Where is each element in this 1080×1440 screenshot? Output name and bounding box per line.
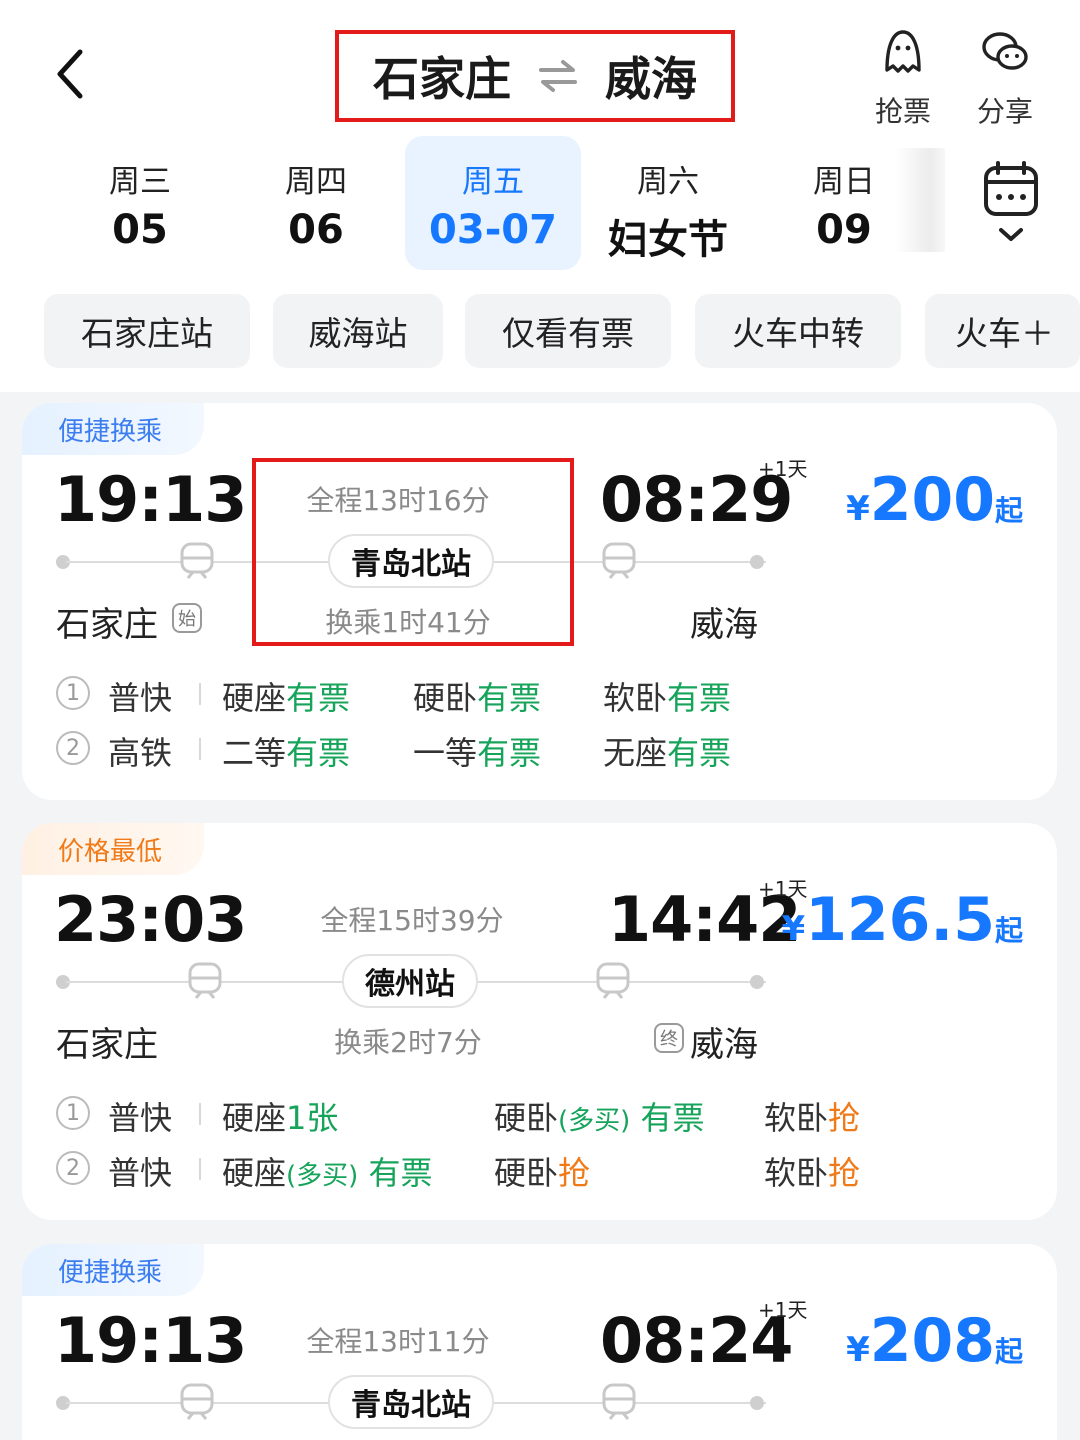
- seat-availability: 硬座(多买) 有票: [222, 1154, 433, 1192]
- depart-time: 19:13: [54, 1304, 247, 1377]
- seat-availability: 硬座有票: [222, 679, 351, 717]
- seat-availability: 软卧抢: [764, 1154, 861, 1192]
- train-icon: [602, 1383, 636, 1420]
- grab-ticket-button[interactable]: 抢票: [858, 26, 948, 130]
- to-station: 威海: [690, 605, 758, 645]
- result-card[interactable]: 便捷换乘 19:13 全程13时11分 08:24 +1天 ¥208起 青岛北站: [22, 1244, 1057, 1440]
- date-day: 妇女节: [608, 217, 728, 263]
- date-tab-selected[interactable]: 周五 03-07: [405, 136, 581, 270]
- header: 石家庄 威海 抢票 分享 周三 05 周四 06 周五 03-07 周六 妇女节…: [0, 0, 1080, 392]
- train-icon: [188, 962, 222, 999]
- segment-train-type: 普快: [108, 1154, 173, 1192]
- divider: [199, 1158, 201, 1180]
- depart-time: 19:13: [54, 463, 247, 536]
- filter-chip[interactable]: 火车＋: [925, 294, 1080, 368]
- result-card[interactable]: 价格最低 23:03 全程15时39分 14:42 +1天 ¥126.5起 德州…: [22, 823, 1057, 1220]
- date-day: 06: [288, 207, 344, 253]
- wechat-icon: [982, 32, 1028, 70]
- transfer-wait: 换乘2时7分: [334, 1026, 482, 1059]
- train-icon: [596, 962, 630, 999]
- divider: [199, 738, 201, 760]
- filter-chip[interactable]: 仅看有票: [465, 294, 671, 368]
- segment-train-type: 高铁: [108, 734, 173, 772]
- highlight-box: [252, 458, 574, 646]
- seat-availability: 硬卧抢: [494, 1154, 591, 1192]
- share-button[interactable]: 分享: [960, 26, 1050, 130]
- terminal-badge: 终: [654, 1023, 684, 1053]
- date-weekday: 周六: [637, 164, 699, 200]
- tag-badge: 便捷换乘: [22, 403, 205, 455]
- filter-chip[interactable]: 威海站: [273, 294, 443, 368]
- seat-availability: 硬卧(多买) 有票: [494, 1099, 705, 1137]
- date-scroll-fade: [895, 148, 945, 252]
- segment-train-type: 普快: [108, 679, 173, 717]
- plus-day: +1天: [758, 1298, 808, 1322]
- back-arrow-icon[interactable]: [50, 44, 98, 104]
- seat-availability: 二等有票: [222, 734, 351, 772]
- segment-number: 1: [56, 676, 90, 710]
- plus-day: +1天: [758, 457, 808, 481]
- segment-train-type: 普快: [108, 1099, 173, 1137]
- price: ¥200起: [846, 465, 1023, 535]
- share-label: 分享: [976, 95, 1033, 128]
- date-weekday: 周五: [462, 164, 524, 200]
- tag-badge: 价格最低: [22, 823, 205, 875]
- seat-availability: 无座有票: [603, 734, 732, 772]
- from-city: 石家庄: [373, 52, 511, 106]
- price: ¥126.5起: [781, 885, 1023, 955]
- seat-availability: 软卧有票: [603, 679, 732, 717]
- from-station: 石家庄: [56, 605, 158, 645]
- route-dot: [750, 975, 764, 989]
- segment-number: 2: [56, 731, 90, 765]
- price: ¥208起: [846, 1306, 1023, 1376]
- route-dot: [750, 1396, 764, 1410]
- seat-availability: 硬卧有票: [413, 679, 542, 717]
- date-tab[interactable]: 周六 妇女节: [580, 136, 756, 270]
- duration: 全程15时39分: [320, 904, 504, 937]
- divider: [199, 683, 201, 705]
- date-weekday: 周四: [285, 164, 347, 200]
- date-tab[interactable]: 周三 05: [52, 136, 228, 270]
- depart-time: 23:03: [54, 883, 247, 956]
- swap-icon[interactable]: [539, 58, 577, 94]
- route-title[interactable]: 石家庄 威海: [335, 30, 735, 122]
- train-icon: [602, 542, 636, 579]
- date-weekday: 周三: [109, 164, 171, 200]
- date-day: 03-07: [429, 207, 557, 253]
- route-dot: [750, 555, 764, 569]
- seat-availability: 软卧抢: [764, 1099, 861, 1137]
- filter-chip[interactable]: 石家庄站: [44, 294, 250, 368]
- seat-availability: 一等有票: [413, 734, 542, 772]
- to-station: 威海: [690, 1025, 758, 1065]
- tag-badge: 便捷换乘: [22, 1244, 205, 1296]
- calendar-icon[interactable]: [980, 160, 1042, 250]
- to-city: 威海: [605, 52, 697, 106]
- seat-availability: 硬座1张: [222, 1099, 339, 1137]
- segment-number: 2: [56, 1151, 90, 1185]
- origin-badge: 始: [172, 603, 202, 633]
- train-icon: [180, 1383, 214, 1420]
- ghost-icon: [885, 30, 921, 73]
- date-day: 05: [112, 207, 168, 253]
- divider: [199, 1103, 201, 1125]
- grab-ticket-label: 抢票: [874, 95, 931, 128]
- date-tab[interactable]: 周四 06: [228, 136, 404, 270]
- segment-number: 1: [56, 1096, 90, 1130]
- duration: 全程13时11分: [306, 1325, 490, 1358]
- filter-chip[interactable]: 火车中转: [695, 294, 901, 368]
- transfer-station: 青岛北站: [328, 1375, 494, 1429]
- train-icon: [180, 542, 214, 579]
- transfer-station: 德州站: [342, 954, 478, 1008]
- from-station: 石家庄: [56, 1025, 158, 1065]
